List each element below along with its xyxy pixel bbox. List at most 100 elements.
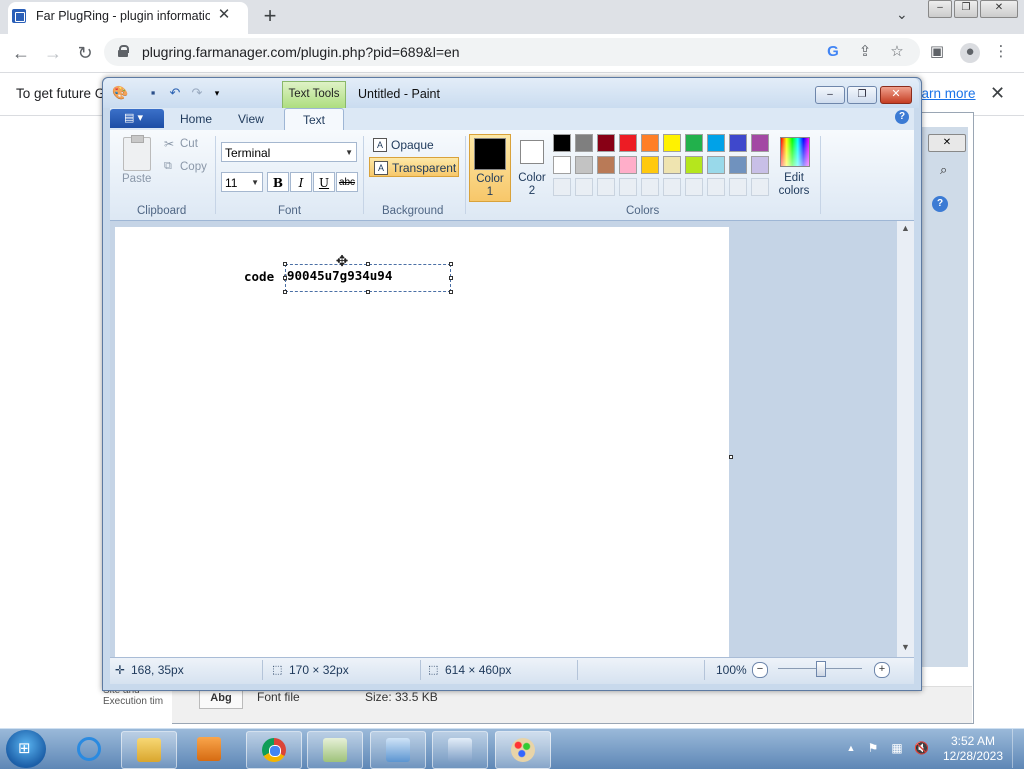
palette-color-swatch[interactable] — [553, 134, 571, 152]
palette-color-swatch[interactable] — [663, 134, 681, 152]
font-family-select[interactable]: Terminal ▼ — [221, 142, 357, 162]
taskbar-media-player[interactable] — [182, 731, 236, 767]
share-icon[interactable]: ⇪ — [856, 43, 874, 61]
forward-icon[interactable]: → — [42, 42, 64, 64]
copy-icon[interactable]: ⧉ — [164, 160, 172, 173]
learn-more-link[interactable]: earn more — [914, 86, 976, 101]
palette-color-swatch[interactable] — [729, 134, 747, 152]
palette-empty-swatch[interactable] — [751, 178, 769, 196]
taskbar-control-panel[interactable] — [370, 731, 426, 769]
taskbar-paint[interactable] — [495, 731, 551, 769]
text-box-handle[interactable] — [449, 276, 453, 280]
customize-qat-icon[interactable]: ▾ — [210, 86, 224, 100]
bold-button[interactable]: B — [267, 172, 289, 192]
color-2-button[interactable]: Color 2 — [512, 134, 552, 200]
help-icon[interactable]: ? — [895, 110, 909, 124]
text-box-handle[interactable] — [366, 262, 370, 266]
save-icon[interactable]: ▪ — [146, 86, 160, 100]
palette-color-swatch[interactable] — [575, 156, 593, 174]
zoom-slider-thumb[interactable] — [816, 661, 826, 677]
info-bar-close-icon[interactable]: ✕ — [990, 83, 1005, 104]
underline-button[interactable]: U — [313, 172, 335, 192]
taskbar-keyboard-app[interactable] — [432, 731, 488, 769]
paint-restore-button[interactable]: ❐ — [847, 86, 877, 104]
back-icon[interactable]: ← — [10, 42, 32, 64]
profile-avatar-icon[interactable]: ● — [960, 43, 980, 63]
palette-empty-swatch[interactable] — [619, 178, 637, 196]
text-box-handle[interactable] — [283, 262, 287, 266]
action-center-icon[interactable]: ⚑ — [866, 741, 880, 755]
palette-empty-swatch[interactable] — [641, 178, 659, 196]
volume-muted-icon[interactable]: 🔇 — [914, 741, 929, 755]
paint-minimize-button[interactable]: – — [815, 86, 845, 104]
cut-button[interactable]: Cut — [180, 138, 198, 150]
background-help-icon[interactable]: ? — [932, 196, 948, 212]
palette-empty-swatch[interactable] — [575, 178, 593, 196]
start-button[interactable]: ⊞ — [6, 730, 46, 768]
font-size-select[interactable]: 11 ▼ — [221, 172, 263, 192]
paste-button[interactable]: Paste — [122, 173, 151, 185]
background-search-icon[interactable]: ⌕ — [940, 162, 947, 178]
browser-minimize-button[interactable]: – — [928, 0, 952, 18]
canvas-resize-handle[interactable] — [729, 455, 733, 459]
tab-view[interactable]: View — [238, 112, 264, 126]
undo-icon[interactable]: ↶ — [168, 86, 182, 100]
color-1-button[interactable]: Color 1 — [469, 134, 511, 202]
italic-button[interactable]: I — [290, 172, 312, 192]
tab-close-icon[interactable]: ✕ — [216, 7, 232, 23]
vertical-scrollbar[interactable] — [897, 221, 914, 657]
transparent-option[interactable]: A Transparent — [369, 157, 459, 177]
text-box-handle[interactable] — [449, 290, 453, 294]
browser-close-button[interactable]: ✕ — [980, 0, 1018, 18]
menu-kebab-icon[interactable]: ⋮ — [992, 43, 1010, 61]
tab-text[interactable]: Text — [284, 108, 344, 131]
browser-restore-button[interactable]: ❐ — [954, 0, 978, 18]
show-desktop-button[interactable] — [1012, 729, 1024, 768]
copy-button[interactable]: Copy — [180, 161, 207, 173]
strikethrough-button[interactable]: abc — [336, 172, 358, 192]
palette-color-swatch[interactable] — [685, 134, 703, 152]
palette-color-swatch[interactable] — [685, 156, 703, 174]
paint-close-button[interactable]: ✕ — [880, 86, 912, 104]
network-icon[interactable]: ▦ — [890, 741, 904, 755]
text-box-handle[interactable] — [283, 290, 287, 294]
side-panel-icon[interactable]: ▣ — [928, 43, 946, 61]
palette-color-swatch[interactable] — [707, 134, 725, 152]
paint-menu-button[interactable]: ▤ ▾ — [110, 109, 164, 128]
palette-color-swatch[interactable] — [575, 134, 593, 152]
palette-empty-swatch[interactable] — [663, 178, 681, 196]
scroll-down-icon[interactable]: ▼ — [897, 642, 914, 654]
palette-color-swatch[interactable] — [729, 156, 747, 174]
redo-icon[interactable]: ↷ — [190, 86, 204, 100]
taskbar-explorer[interactable] — [121, 731, 177, 769]
text-box-content[interactable]: 90045u7g934u94 — [287, 268, 392, 283]
lock-icon[interactable] — [118, 45, 129, 57]
show-hidden-icons[interactable]: ▲ — [844, 741, 858, 755]
palette-color-swatch[interactable] — [597, 134, 615, 152]
new-tab-button[interactable]: + — [258, 4, 282, 28]
zoom-in-button[interactable]: + — [874, 662, 890, 678]
reload-icon[interactable]: ↻ — [74, 42, 96, 64]
palette-empty-swatch[interactable] — [707, 178, 725, 196]
paste-icon[interactable] — [123, 135, 151, 171]
paint-app-icon[interactable]: 🎨 — [112, 86, 128, 100]
palette-empty-swatch[interactable] — [597, 178, 615, 196]
palette-empty-swatch[interactable] — [685, 178, 703, 196]
background-close-button[interactable]: ✕ — [928, 134, 966, 152]
tab-home[interactable]: Home — [180, 112, 212, 126]
text-box-handle[interactable] — [366, 290, 370, 294]
palette-color-swatch[interactable] — [619, 134, 637, 152]
palette-color-swatch[interactable] — [663, 156, 681, 174]
palette-color-swatch[interactable] — [751, 156, 769, 174]
palette-color-swatch[interactable] — [619, 156, 637, 174]
palette-empty-swatch[interactable] — [553, 178, 571, 196]
text-box-handle[interactable] — [449, 262, 453, 266]
cut-icon[interactable]: ✂ — [164, 137, 174, 151]
edit-colors-button[interactable]: Edit colors — [776, 134, 812, 200]
scroll-up-icon[interactable]: ▲ — [897, 223, 914, 235]
palette-color-swatch[interactable] — [751, 134, 769, 152]
zoom-out-button[interactable]: − — [752, 662, 768, 678]
palette-color-swatch[interactable] — [553, 156, 571, 174]
palette-color-swatch[interactable] — [597, 156, 615, 174]
bookmark-star-icon[interactable]: ☆ — [888, 43, 906, 61]
